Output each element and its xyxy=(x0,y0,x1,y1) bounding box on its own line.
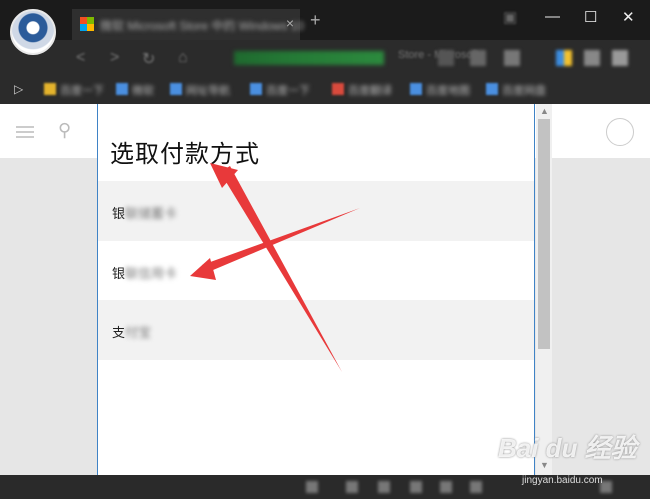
tray-icon[interactable] xyxy=(470,481,482,493)
tray-icon[interactable] xyxy=(378,481,390,493)
annotation-arrows xyxy=(190,163,360,372)
baidu-watermark: Bai du 经验 xyxy=(498,433,637,463)
tray-icon[interactable] xyxy=(440,481,452,493)
watermark-url: jingyan.baidu.com xyxy=(522,475,603,486)
tray-icon[interactable] xyxy=(346,481,358,493)
arrow-to-option xyxy=(190,208,360,280)
tray-icon[interactable] xyxy=(410,481,422,493)
tray-icon[interactable] xyxy=(306,481,318,493)
arrow-to-title xyxy=(210,163,342,372)
profile-avatar[interactable] xyxy=(10,9,56,55)
